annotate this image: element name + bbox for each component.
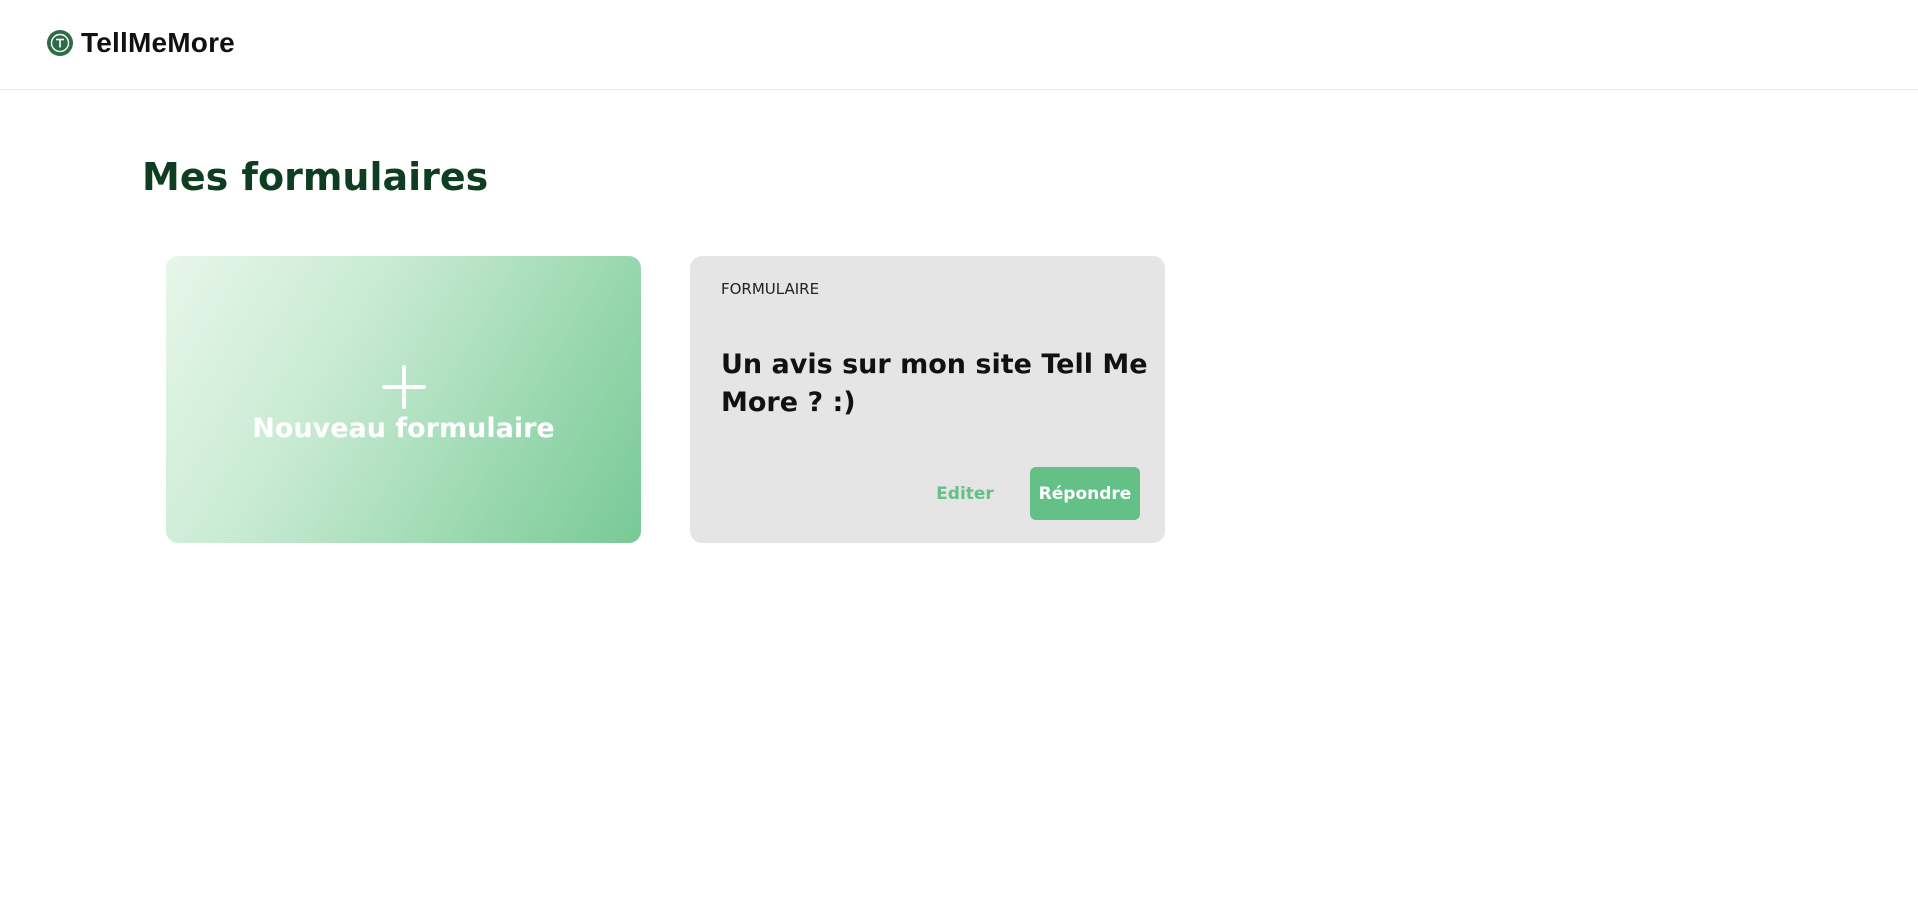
form-card: FORMULAIRE Un avis sur mon site Tell Me … xyxy=(690,256,1165,543)
edit-button[interactable]: Editer xyxy=(910,468,1020,520)
form-type-label: FORMULAIRE xyxy=(721,280,820,298)
top-header: TellMeMore xyxy=(0,0,1918,90)
logo-t-icon xyxy=(50,33,70,53)
new-form-label: Nouveau formulaire xyxy=(252,413,555,444)
page-title: Mes formulaires xyxy=(142,155,489,199)
brand-name: TellMeMore xyxy=(81,27,235,58)
reply-button[interactable]: Répondre xyxy=(1030,467,1140,520)
form-title: Un avis sur mon site Tell Me More ? :) xyxy=(721,349,1148,418)
brand-logo-icon xyxy=(47,30,73,56)
brand-link[interactable]: TellMeMore xyxy=(47,27,235,59)
new-form-card[interactable]: Nouveau formulaire xyxy=(166,256,641,543)
plus-icon xyxy=(381,365,426,409)
